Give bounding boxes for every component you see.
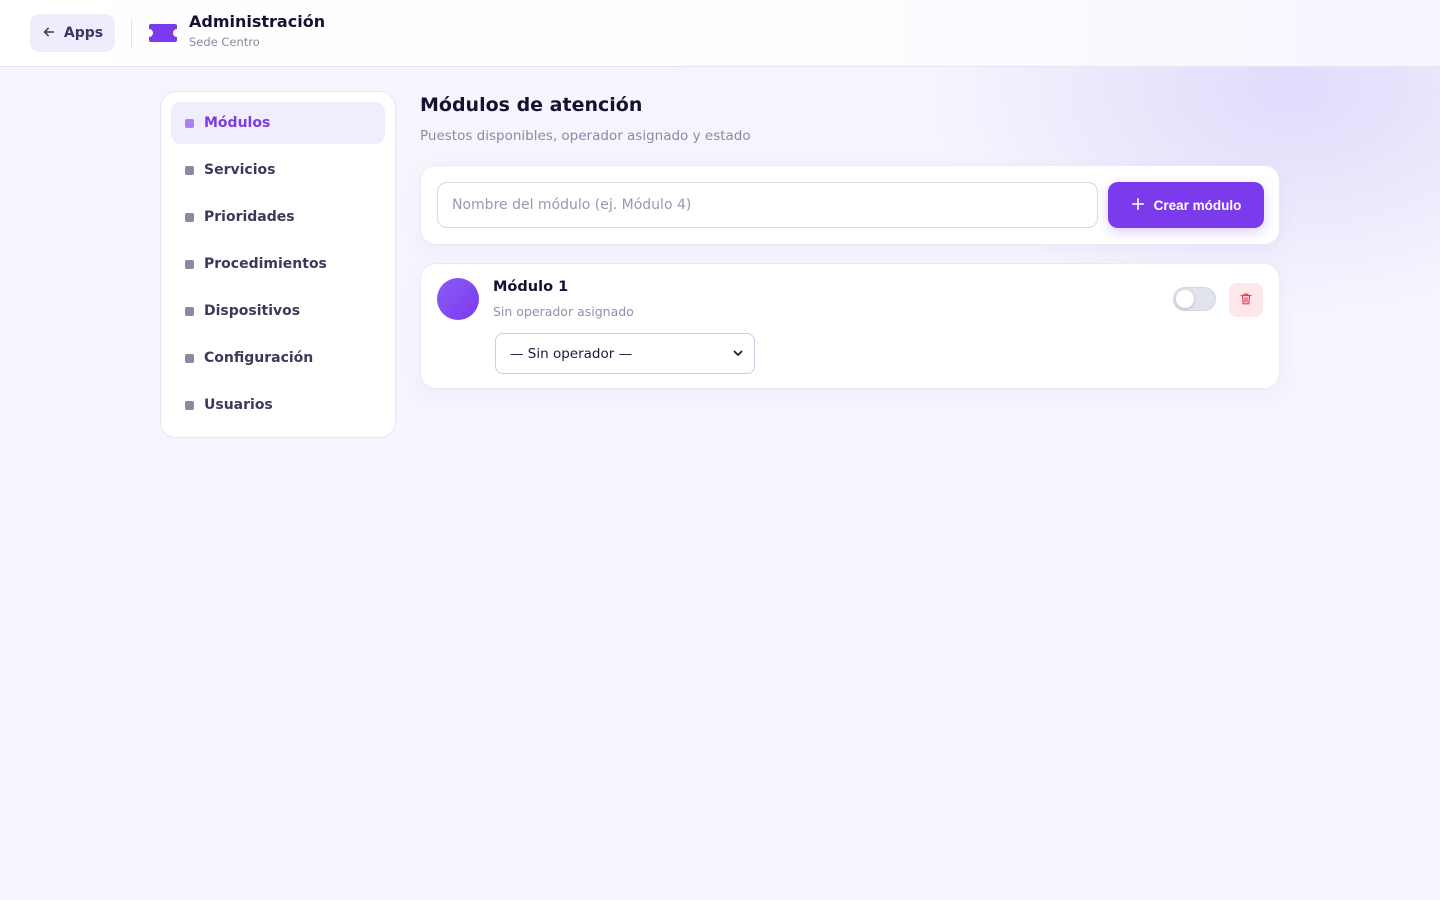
top-bar: Apps Administración Sede Centro — [0, 0, 1440, 67]
delete-module-button[interactable] — [1229, 283, 1263, 317]
operator-select[interactable]: — Sin operador — — [495, 333, 755, 374]
trash-icon — [1239, 291, 1253, 310]
nav-bullet-icon — [185, 118, 194, 128]
back-to-apps-label: Apps — [63, 25, 104, 41]
nav-bullet-icon — [185, 259, 194, 269]
sidebar-item-usuarios[interactable]: Usuarios — [171, 384, 385, 426]
ticket-icon — [147, 20, 179, 46]
page-subtitle: Puestos disponibles, operador asignado y… — [420, 128, 751, 144]
nav-bullet-icon — [185, 165, 194, 175]
sidebar-item-procedimientos[interactable]: Procedimientos — [171, 243, 385, 285]
sidebar-item-label: Procedimientos — [204, 256, 327, 272]
module-operator-status: Sin operador asignado — [493, 304, 634, 319]
operator-select-value: — Sin operador — — [510, 345, 633, 362]
sidebar-item-servicios[interactable]: Servicios — [171, 149, 385, 191]
module-name-input[interactable] — [437, 182, 1098, 228]
header-divider — [131, 19, 132, 47]
plus-icon — [1131, 197, 1145, 214]
app-subtitle: Sede Centro — [189, 35, 260, 49]
sidebar-item-prioridades[interactable]: Prioridades — [171, 196, 385, 238]
create-module-button[interactable]: Crear módulo — [1108, 182, 1264, 228]
sidebar-item-modulos[interactable]: Módulos — [171, 102, 385, 144]
module-enabled-toggle[interactable] — [1173, 287, 1216, 311]
nav-bullet-icon — [185, 306, 194, 316]
module-card: Módulo 1 Sin operador asignado — Sin ope… — [420, 263, 1280, 389]
app-title: Administración — [189, 12, 326, 31]
module-name: Módulo 1 — [493, 279, 569, 295]
nav-bullet-icon — [185, 353, 194, 363]
sidebar-item-dispositivos[interactable]: Dispositivos — [171, 290, 385, 332]
sidebar-item-label: Usuarios — [204, 397, 273, 413]
sidebar-item-label: Prioridades — [204, 209, 295, 225]
nav-bullet-icon — [185, 212, 194, 222]
sidebar-item-label: Dispositivos — [204, 303, 301, 319]
nav-bullet-icon — [185, 400, 194, 410]
chevron-down-icon — [732, 344, 744, 363]
page-title: Módulos de atención — [420, 94, 643, 116]
toggle-knob — [1176, 290, 1194, 308]
sidebar-item-label: Servicios — [204, 162, 276, 178]
back-to-apps-button[interactable]: Apps — [30, 14, 115, 52]
create-module-card: Crear módulo — [420, 165, 1280, 245]
module-avatar — [437, 278, 479, 320]
sidebar-item-label: Módulos — [204, 115, 271, 131]
create-module-label: Crear módulo — [1153, 197, 1242, 213]
arrow-left-icon — [42, 24, 56, 43]
sidebar-item-configuracion[interactable]: Configuración — [171, 337, 385, 379]
sidebar-item-label: Configuración — [204, 350, 314, 366]
sidebar-nav: Módulos Servicios Prioridades Procedimie… — [160, 91, 396, 438]
